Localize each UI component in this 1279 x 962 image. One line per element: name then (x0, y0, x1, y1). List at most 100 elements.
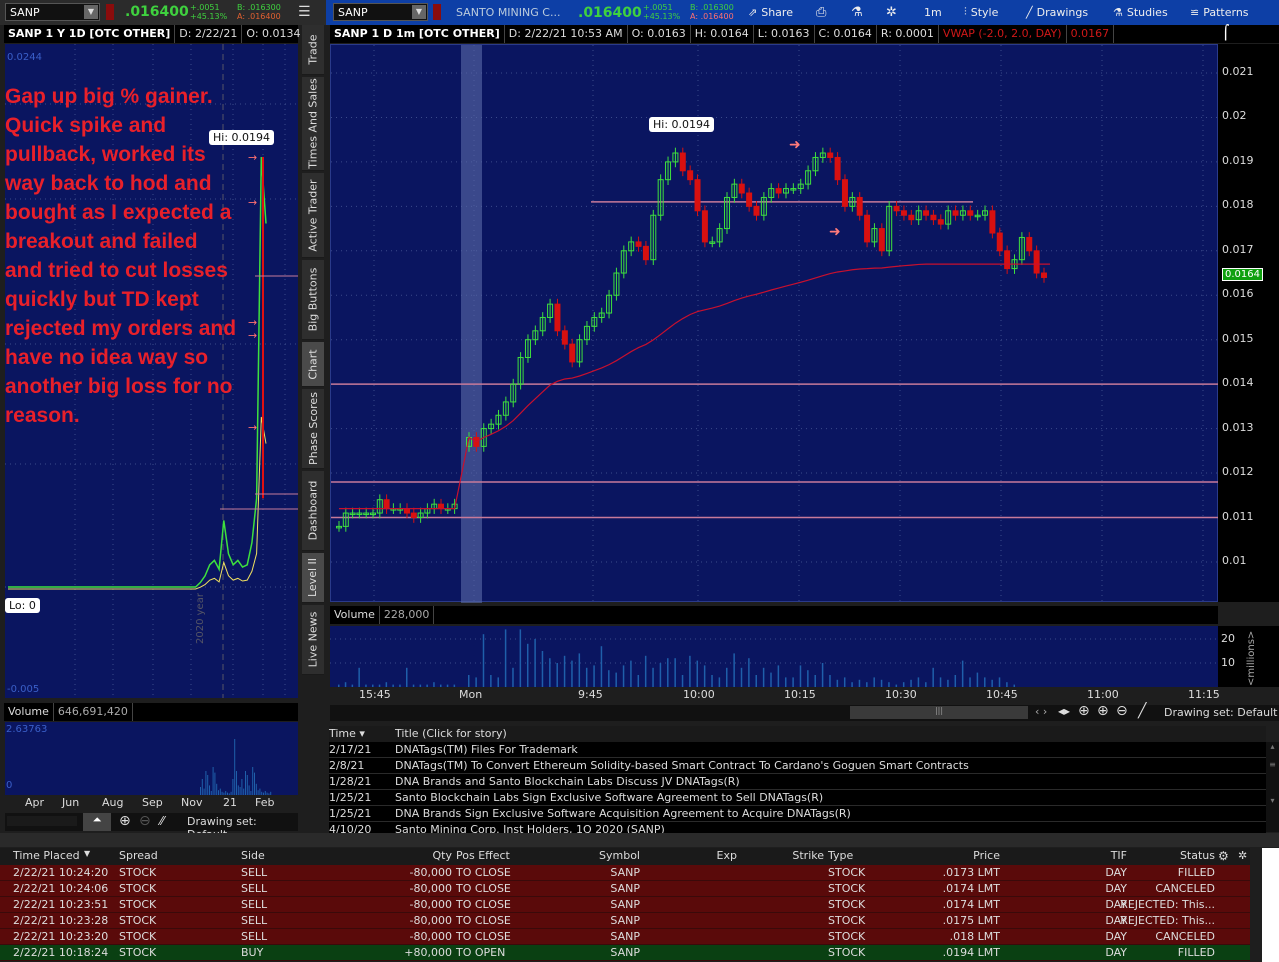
news-row[interactable]: 1/25/21 DNA Brands Sign Exclusive Softwar… (329, 806, 1266, 822)
order-row[interactable]: 2/22/21 10:24:06 STOCK SELL -80,000 TO CLOSE… (0, 881, 1250, 897)
menu-list-icon[interactable]: ☰ (298, 4, 311, 20)
side-tab-times-and-sales[interactable]: Times And Sales (302, 77, 324, 171)
annotation-line: and tried to cut losses (5, 259, 228, 282)
link-flag-icon[interactable] (106, 4, 114, 20)
table-settings-icon[interactable]: ⚙ (1218, 849, 1229, 863)
interval-button[interactable]: 1m (924, 3, 942, 21)
column-header-time-placed[interactable]: Time Placed (13, 849, 80, 862)
volume-bar (207, 775, 209, 795)
collapse-icon[interactable]: ⏶ (83, 813, 111, 831)
news-title-link[interactable]: DNATags(TM) To Convert Ethereum Solidity… (395, 758, 969, 774)
main-symbol-input[interactable]: SANP ▼ (333, 3, 428, 21)
side-tab-big-buttons[interactable]: Big Buttons (302, 260, 324, 340)
column-header-exp[interactable]: Exp (717, 849, 737, 862)
zoom-in-icon[interactable]: ⊕ (119, 813, 131, 829)
daily-price-chart[interactable]: → → → → → 0.0244 -0.005 Hi: 0.0194 Lo: 0 202… (5, 44, 298, 698)
patterns-button[interactable]: ≌ Patterns (1190, 3, 1249, 21)
zoom-out-icon[interactable]: ⊖ (1116, 703, 1128, 719)
side-tab-phase-scores[interactable]: Phase Scores (302, 389, 324, 469)
order-cell-pos-effect: TO CLOSE (456, 914, 511, 927)
horizontal-scrollbar[interactable] (7, 816, 77, 826)
annotation-line: breakout and failed (5, 230, 198, 253)
order-row[interactable]: 2/22/21 10:24:20 STOCK SELL -80,000 TO CLOSE… (0, 865, 1250, 881)
annotation-text: Gap up big % gainer. Quick spike and pullb… (5, 82, 236, 430)
intraday-price-chart[interactable]: ➜ ➜ Hi: 0.0194 (330, 44, 1219, 603)
news-title-link[interactable]: DNA Brands and Santo Blockchain Labs Dis… (395, 774, 740, 790)
left-symbol-input[interactable]: SANP ▼ (5, 3, 100, 21)
side-tab-live-news[interactable]: Live News (302, 605, 324, 675)
horizontal-scrollbar-thumb[interactable]: ||| (850, 706, 1028, 719)
column-header-status[interactable]: Status (1180, 849, 1215, 862)
zoom-out-icon[interactable]: ⊖ (139, 813, 151, 829)
sort-desc-icon[interactable]: ▼ (84, 849, 90, 858)
change-pct: +45.13% (643, 12, 681, 21)
price-axis-toggle-icon[interactable]: ⌠ (1218, 25, 1279, 43)
candle-down (893, 205, 900, 212)
candle-down (1004, 250, 1011, 270)
news-title-link[interactable]: Santo Blockchain Labs Sign Exclusive Sof… (395, 790, 823, 806)
volume-bar (711, 675, 713, 687)
order-cell-symbol: SANP (610, 866, 640, 879)
volume-bar (615, 672, 617, 687)
gear-icon[interactable]: ✲ (886, 3, 897, 21)
news-scrollbar[interactable]: ▴ ≡ ▾ (1266, 742, 1279, 832)
column-header-price[interactable]: Price (973, 849, 1000, 862)
side-tab-active-trader[interactable]: Active Trader (302, 173, 324, 258)
news-row[interactable]: 1/25/21 Santo Blockchain Labs Sign Exclus… (329, 790, 1266, 806)
vwap-study-label[interactable]: VWAP (-2.0, 2.0, DAY) (939, 25, 1067, 43)
volume-bar (932, 667, 934, 687)
flask-icon: ⚗ (1113, 5, 1123, 19)
news-title-link[interactable]: DNA Brands Sign Exclusive Software Acqui… (395, 806, 851, 822)
column-header-side[interactable]: Side (241, 849, 265, 862)
news-time-header[interactable]: Time ▾ (329, 726, 365, 742)
annotation-line: quickly but TD kept (5, 288, 199, 311)
volume-bar (1013, 684, 1016, 687)
news-title-link[interactable]: DNATags(TM) Files For Trademark (395, 742, 578, 758)
column-header-symbol[interactable]: Symbol (599, 849, 640, 862)
news-row[interactable]: 2/17/21 DNATags(TM) Files For Trademark (329, 742, 1266, 758)
column-header-strike[interactable]: Strike (792, 849, 824, 862)
expand-horizontal-icon[interactable]: ◂▸ (1058, 704, 1070, 718)
column-header-qty[interactable]: Qty (433, 849, 452, 862)
studies-button[interactable]: ⚗ Studies (1113, 3, 1168, 21)
style-button[interactable]: ⫶ Style (964, 3, 998, 21)
column-header-pos-effect[interactable]: Pos Effect (456, 849, 510, 862)
flask-icon[interactable]: ⚗ (851, 3, 863, 21)
volume-bar (490, 675, 492, 687)
news-title-header[interactable]: Title (Click for story) (395, 726, 507, 742)
volume-bar (984, 677, 986, 687)
drawings-label: Drawings (1036, 5, 1089, 19)
gear-icon[interactable]: ✲ (1238, 849, 1247, 862)
side-tab-dashboard[interactable]: Dashboard (302, 471, 324, 551)
side-tab-level-ii[interactable]: Level II (302, 553, 324, 603)
scroll-arrows-icon[interactable]: ‹ › (1035, 705, 1047, 718)
price-axis[interactable]: 0.021 0.02 0.019 0.018 0.017 0.016 0.015 0.014 0… (1218, 44, 1279, 602)
order-row[interactable]: 2/22/21 10:23:28 STOCK SELL -80,000 TO CLOSE… (0, 913, 1250, 929)
chevron-down-icon[interactable]: ▼ (412, 5, 426, 19)
link-flag-icon[interactable] (433, 4, 441, 20)
column-header-spread[interactable]: Spread (119, 849, 158, 862)
order-row[interactable]: 2/22/21 10:18:24 STOCK BUY +80,000 TO OPEN SA… (0, 945, 1250, 961)
news-row[interactable]: 2/8/21 DNATags(TM) To Convert Ethereum So… (329, 758, 1266, 774)
volume-bar (681, 675, 684, 687)
column-header-type[interactable]: Type (828, 849, 853, 862)
column-header-tif[interactable]: TIF (1111, 849, 1127, 862)
chevron-down-icon[interactable]: ▼ (84, 5, 98, 19)
crosshair-icon[interactable]: ⊕ (1078, 703, 1090, 719)
drawing-tool-icon[interactable]: ⁄⁄ (160, 814, 164, 828)
drawings-button[interactable]: ╱ Drawings (1026, 3, 1088, 21)
side-tab-chart[interactable]: Chart (302, 342, 324, 387)
share-button[interactable]: ⇗ Share (748, 3, 793, 21)
orders-scrollbar[interactable] (1262, 848, 1279, 962)
drawing-set-selector[interactable]: Drawing set: Default (1164, 706, 1277, 719)
side-tab-trade[interactable]: Trade (302, 25, 324, 75)
volume-bar (232, 779, 234, 795)
drawing-line-icon[interactable]: ╱ (1138, 703, 1146, 719)
order-row[interactable]: 2/22/21 10:23:20 STOCK SELL -80,000 TO CLOSE… (0, 929, 1250, 945)
candle-down (687, 170, 694, 181)
zoom-in-icon[interactable]: ⊕ (1097, 703, 1109, 719)
order-row[interactable]: 2/22/21 10:23:51 STOCK SELL -80,000 TO CLOSE… (0, 897, 1250, 913)
news-row[interactable]: 1/28/21 DNA Brands and Santo Blockchain L… (329, 774, 1266, 790)
company-profile-icon[interactable]: ⎙ (816, 3, 826, 21)
panel-divider[interactable] (0, 833, 1279, 847)
